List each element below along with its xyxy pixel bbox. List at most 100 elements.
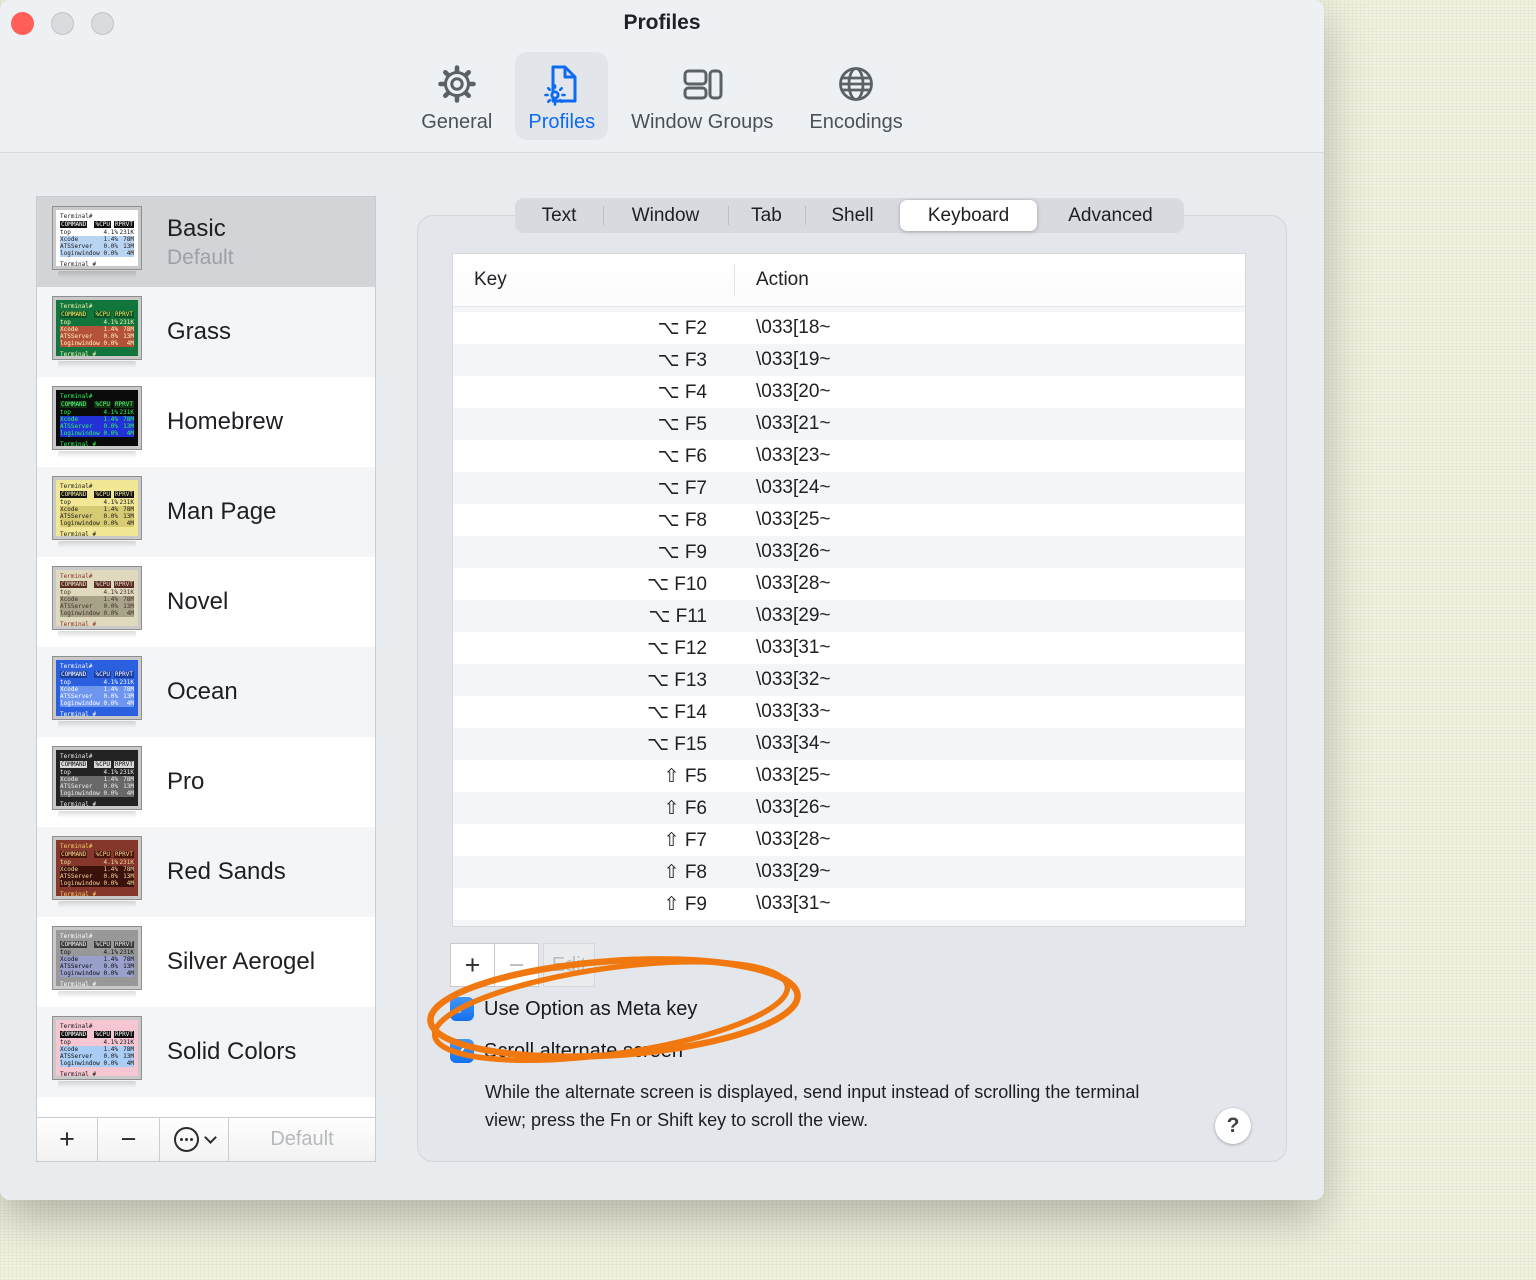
- key-mapping-row[interactable]: ⇧ F6 \033[26~: [453, 792, 1245, 824]
- checkbox[interactable]: [450, 997, 474, 1021]
- key-mapping-row[interactable]: ⇧ F8 \033[29~: [453, 856, 1245, 888]
- key-cell: ⇧ F8: [663, 861, 707, 883]
- key-mapping-row[interactable]: ⌥ F2 \033[18~: [453, 312, 1245, 344]
- titlebar: Profiles: [0, 0, 1324, 46]
- key-cell: ⌥ F4: [657, 381, 707, 403]
- profile-thumbnail: Terminal# COMMAND %CPU RPRVT top 4.1% 231K Xc…: [52, 835, 142, 908]
- profile-list: Terminal# COMMAND %CPU RPRVT top 4.1% 231K Xc…: [37, 197, 375, 1117]
- key-mapping-row[interactable]: ⌥ F10 \033[28~: [453, 568, 1245, 600]
- key-cell: ⌥ F8: [657, 509, 707, 531]
- toolbar-item-encodings[interactable]: Encodings: [796, 52, 915, 140]
- key-mapping-row[interactable]: ⌥ F3 \033[19~: [453, 344, 1245, 376]
- tab-bar: Text Window Tab Shell Keyboard Advanced: [515, 198, 1184, 233]
- checkbox[interactable]: [450, 1039, 474, 1063]
- terminal-preferences-window: Profiles General Profiles Window Groups …: [0, 0, 1324, 1200]
- key-mapping-row[interactable]: ⌥ F8 \033[25~: [453, 504, 1245, 536]
- action-cell: \033[33~: [756, 701, 831, 722]
- profile-row-homebrew[interactable]: Terminal# COMMAND %CPU RPRVT top 4.1% 231K Xc…: [37, 377, 375, 467]
- key-mapping-row[interactable]: ⌥ F14 \033[33~: [453, 696, 1245, 728]
- key-cell: ⌥ F7: [657, 477, 707, 499]
- key-mapping-row[interactable]: ⇧ F5 \033[25~: [453, 760, 1245, 792]
- profile-row-silver-aerogel[interactable]: Terminal# COMMAND %CPU RPRVT top 4.1% 231K Xc…: [37, 917, 375, 1007]
- profile-thumbnail: Terminal# COMMAND %CPU RPRVT top 4.1% 231K Xc…: [52, 385, 142, 458]
- remove-key-button[interactable]: −: [494, 943, 539, 987]
- profile-row-grass[interactable]: Terminal# COMMAND %CPU RPRVT top 4.1% 231K Xc…: [37, 287, 375, 377]
- action-cell: \033[19~: [756, 349, 831, 370]
- toolbar-item-window-groups[interactable]: Window Groups: [618, 52, 786, 140]
- profile-row-novel[interactable]: Terminal# COMMAND %CPU RPRVT top 4.1% 231K Xc…: [37, 557, 375, 647]
- zoom-button[interactable]: [91, 12, 114, 35]
- toolbar-item-profiles[interactable]: Profiles: [515, 52, 609, 140]
- key-mapping-actions: + − Edit: [450, 943, 595, 987]
- profile-name: Man Page: [167, 498, 277, 525]
- key-mapping-row[interactable]: ⇧ F7 \033[28~: [453, 824, 1245, 856]
- add-key-button[interactable]: +: [450, 943, 495, 987]
- help-button[interactable]: ?: [1215, 1108, 1251, 1144]
- key-cell: ⌥ F5: [657, 413, 707, 435]
- action-cell: \033[28~: [756, 829, 831, 850]
- key-cell: ⇧ F6: [663, 797, 707, 819]
- action-cell: \033[28~: [756, 573, 831, 594]
- tab-keyboard[interactable]: Keyboard: [900, 200, 1037, 231]
- tab-advanced[interactable]: Advanced: [1037, 198, 1184, 233]
- profile-row-red-sands[interactable]: Terminal# COMMAND %CPU RPRVT top 4.1% 231K Xc…: [37, 827, 375, 917]
- action-cell: \033[18~: [756, 317, 831, 338]
- key-cell: ⇧ F9: [663, 893, 707, 915]
- profile-row-solid-colors[interactable]: Terminal# COMMAND %CPU RPRVT top 4.1% 231K Xc…: [37, 1007, 375, 1097]
- profile-row-pro[interactable]: Terminal# COMMAND %CPU RPRVT top 4.1% 231K Xc…: [37, 737, 375, 827]
- minimize-button[interactable]: [51, 12, 74, 35]
- default-button[interactable]: Default: [229, 1118, 375, 1161]
- action-cell: \033[23~: [756, 445, 831, 466]
- profiles-pane-content: Terminal# COMMAND %CPU RPRVT top 4.1% 231K Xc…: [0, 153, 1324, 1200]
- ellipsis-circle-icon: [173, 1127, 199, 1152]
- key-mapping-row[interactable]: ⌥ F15 \033[34~: [453, 728, 1245, 760]
- key-mapping-row[interactable]: ⌥ F4 \033[20~: [453, 376, 1245, 408]
- edit-key-button[interactable]: Edit: [543, 943, 595, 987]
- action-cell: \033[32~: [756, 669, 831, 690]
- profile-row-ocean[interactable]: Terminal# COMMAND %CPU RPRVT top 4.1% 231K Xc…: [37, 647, 375, 737]
- column-header-key: Key: [474, 269, 507, 290]
- profile-thumbnail: Terminal# COMMAND %CPU RPRVT top 4.1% 231K Xc…: [52, 655, 142, 728]
- profile-actions-menu-button[interactable]: [160, 1118, 229, 1161]
- remove-profile-button[interactable]: −: [98, 1118, 160, 1161]
- key-table-body: ⌥ F2 \033[18~ ⌥ F3 \033[19~ ⌥ F4 \033[20…: [453, 312, 1245, 920]
- toolbar-item-general[interactable]: General: [408, 52, 505, 140]
- profile-thumbnail: Terminal# COMMAND %CPU RPRVT top 4.1% 231K Xc…: [52, 475, 142, 548]
- action-cell: \033[24~: [756, 477, 831, 498]
- key-cell: ⌥ F10: [647, 573, 707, 595]
- key-cell: ⌥ F3: [657, 349, 707, 371]
- window-groups-icon: [680, 58, 724, 110]
- partial-row-bottom: [453, 920, 1245, 926]
- key-cell: ⌥ F6: [657, 445, 707, 467]
- close-button[interactable]: [11, 12, 34, 35]
- key-mapping-row[interactable]: ⌥ F7 \033[24~: [453, 472, 1245, 504]
- profile-document-gear-icon: [540, 58, 584, 110]
- key-cell: ⌥ F12: [647, 637, 707, 659]
- key-mapping-row[interactable]: ⇧ F9 \033[31~: [453, 888, 1245, 920]
- key-mapping-row[interactable]: ⌥ F12 \033[31~: [453, 632, 1245, 664]
- checkbox-label: Scroll alternate screen: [484, 1039, 683, 1062]
- tab-tab[interactable]: Tab: [728, 198, 805, 233]
- key-cell: ⌥ F13: [647, 669, 707, 691]
- toolbar-label-general: General: [421, 111, 493, 133]
- key-mapping-row[interactable]: ⌥ F6 \033[23~: [453, 440, 1245, 472]
- tab-text[interactable]: Text: [515, 198, 603, 233]
- profile-thumbnail: Terminal# COMMAND %CPU RPRVT top 4.1% 231K Xc…: [52, 295, 142, 368]
- key-mapping-row[interactable]: ⌥ F5 \033[21~: [453, 408, 1245, 440]
- tab-shell[interactable]: Shell: [805, 198, 900, 233]
- profile-thumbnail: Terminal# COMMAND %CPU RPRVT top 4.1% 231K Xc…: [52, 205, 142, 278]
- key-cell: ⌥ F2: [657, 317, 707, 339]
- profile-thumbnail: Terminal# COMMAND %CPU RPRVT top 4.1% 231K Xc…: [52, 565, 142, 638]
- key-mapping-row[interactable]: ⌥ F9 \033[26~: [453, 536, 1245, 568]
- profile-row-basic[interactable]: Terminal# COMMAND %CPU RPRVT top 4.1% 231K Xc…: [37, 197, 375, 287]
- globe-icon: [834, 58, 878, 110]
- add-profile-button[interactable]: +: [37, 1118, 98, 1161]
- tab-window[interactable]: Window: [603, 198, 728, 233]
- toolbar-label-profiles: Profiles: [528, 111, 596, 133]
- column-header-action: Action: [756, 269, 809, 290]
- profile-row-man-page[interactable]: Terminal# COMMAND %CPU RPRVT top 4.1% 231K Xc…: [37, 467, 375, 557]
- action-cell: \033[25~: [756, 509, 831, 530]
- key-mapping-row[interactable]: ⌥ F13 \033[32~: [453, 664, 1245, 696]
- key-mapping-row[interactable]: ⌥ F11 \033[29~: [453, 600, 1245, 632]
- profile-name: Silver Aerogel: [167, 948, 316, 975]
